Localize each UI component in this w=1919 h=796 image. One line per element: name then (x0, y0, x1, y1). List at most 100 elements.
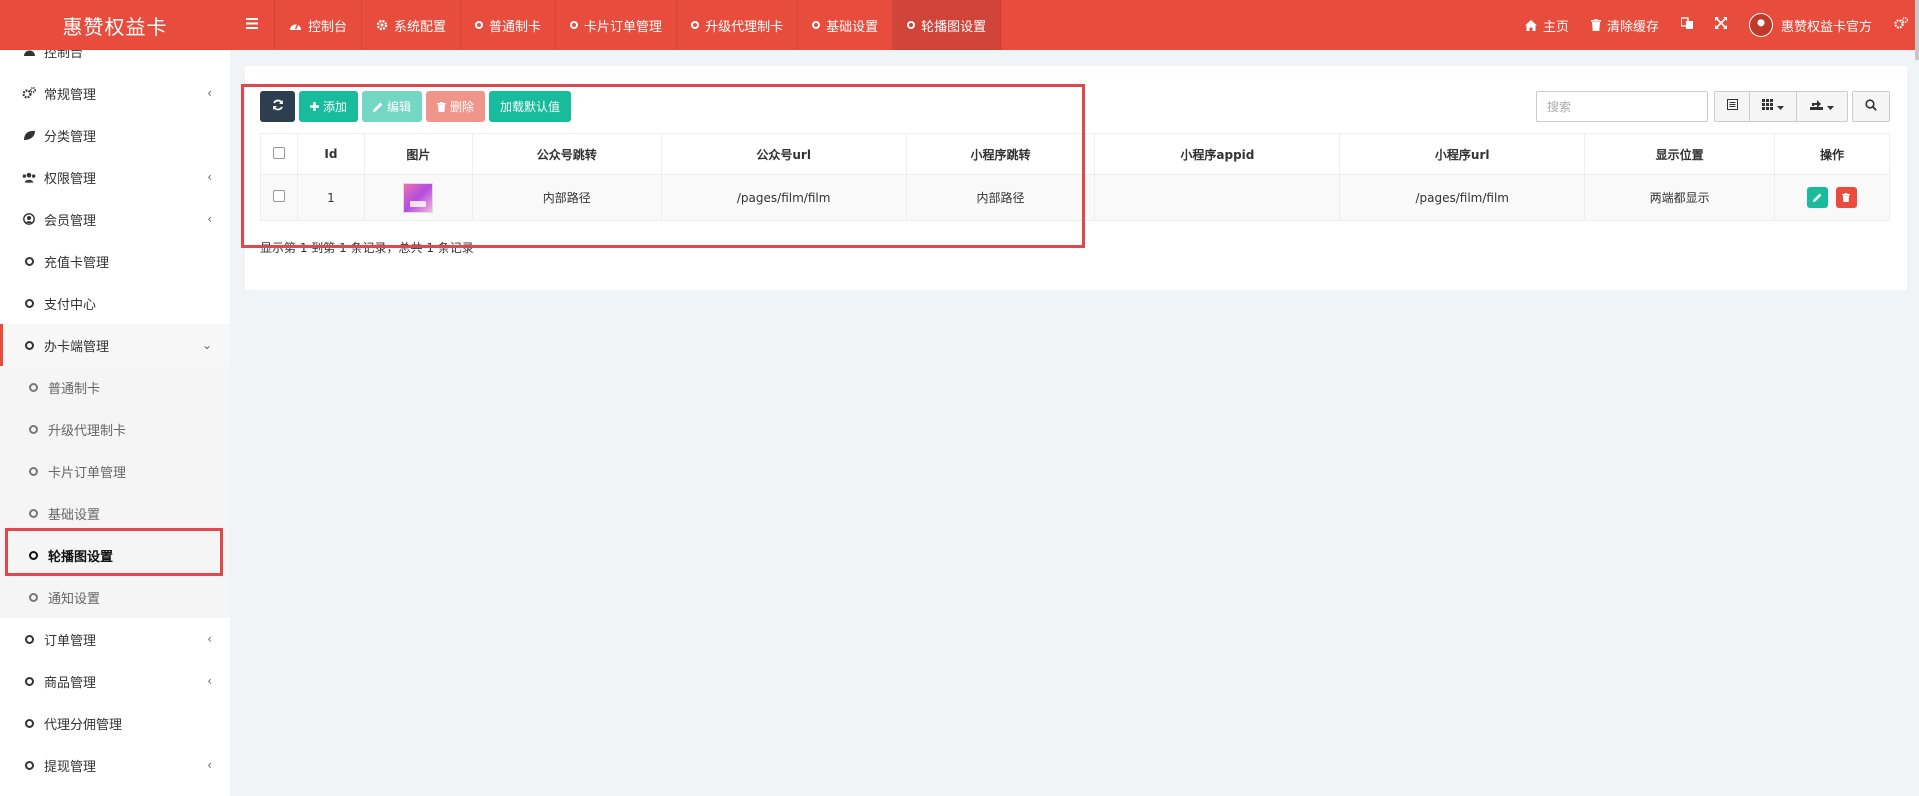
circle-icon (22, 340, 36, 350)
edit-button[interactable]: 编辑 (362, 91, 423, 122)
pencil-icon (1813, 191, 1822, 205)
fullscreen-button[interactable] (1704, 0, 1738, 50)
sidebar-item-label: 轮播图设置 (48, 549, 114, 565)
search-input[interactable] (1536, 91, 1708, 122)
grid-icon (1762, 99, 1773, 114)
export-dropdown-button[interactable] (1796, 91, 1848, 122)
sidebar-item-member[interactable]: 会员管理 ‹ (0, 198, 230, 240)
refresh-button[interactable] (260, 91, 295, 122)
sidebar-item-label: 提现管理 (44, 759, 97, 775)
load-default-button[interactable]: 加载默认值 (489, 91, 572, 122)
table-header-row: Id 图片 公众号跳转 公众号url 小程序跳转 小程序appid 小程序url… (260, 133, 1890, 175)
clear-cache-button[interactable]: 清除缓存 (1580, 0, 1670, 50)
sidebar-item-label: 普通制卡 (48, 381, 101, 397)
sidebar-item-agent-commission[interactable]: 代理分佣管理 (0, 702, 230, 744)
users-icon (22, 172, 36, 183)
circle-icon (812, 21, 821, 29)
clear-cache-label: 清除缓存 (1606, 19, 1659, 35)
tab-system-config[interactable]: 系统配置 (362, 0, 462, 50)
sidebar-item-dashboard[interactable]: 控制台 (0, 50, 230, 72)
select-all-checkbox[interactable] (272, 146, 285, 159)
column-header[interactable]: 显示位置 (1584, 133, 1776, 175)
add-button[interactable]: 添加 (299, 91, 359, 122)
column-header[interactable]: 公众号url (660, 133, 907, 175)
sidebar-subitem-normal-card[interactable]: 普通制卡 (0, 366, 230, 408)
app-logo[interactable]: 惠赞权益卡 (0, 0, 230, 50)
column-header[interactable]: 公众号跳转 (471, 133, 662, 175)
menu-toggle-button[interactable] (230, 0, 275, 50)
add-label: 添加 (323, 100, 348, 114)
export-icon (1810, 99, 1823, 114)
language-button[interactable] (1670, 0, 1704, 50)
row-delete-button[interactable] (1835, 187, 1857, 208)
columns-dropdown-button[interactable] (1749, 91, 1797, 122)
column-header[interactable]: 小程序appid (1094, 133, 1341, 175)
list-icon (1726, 99, 1738, 114)
sidebar-item-withdraw[interactable]: 提现管理 ‹ (0, 744, 230, 786)
sidebar-subitem-notify-settings[interactable]: 通知设置 (0, 576, 230, 618)
sidebar-subitem-carousel-settings[interactable]: 轮播图设置 (0, 534, 230, 576)
circle-icon (26, 424, 40, 434)
circle-icon (475, 21, 484, 29)
sidebar-item-payment[interactable]: 支付中心 (0, 282, 230, 324)
chevron-left-icon: ‹ (207, 212, 212, 226)
circle-icon (26, 466, 40, 476)
sidebar-subitem-agent-card[interactable]: 升级代理制卡 (0, 408, 230, 450)
sidebar-item-permission[interactable]: 权限管理 ‹ (0, 156, 230, 198)
pagination-info: 显示第 1 到第 1 条记录，总共 1 条记录 (260, 241, 474, 255)
scrollbar-edge[interactable] (1915, 0, 1919, 60)
tab-dashboard[interactable]: 控制台 (275, 0, 363, 50)
select-all-cell (260, 133, 298, 175)
sidebar-subitem-card-orders[interactable]: 卡片订单管理 (0, 450, 230, 492)
user-menu[interactable]: 惠赞权益卡官方 (1738, 0, 1883, 50)
sidebar-item-orders[interactable]: 订单管理 ‹ (0, 618, 230, 660)
circle-icon (22, 676, 36, 686)
tab-basic-settings[interactable]: 基础设置 (798, 0, 894, 50)
sidebar-item-label: 分类管理 (44, 129, 97, 145)
pencil-icon (373, 102, 383, 112)
thumbnail-image[interactable] (403, 182, 434, 213)
cell-mini-jump: 内部路径 (905, 174, 1096, 221)
column-header[interactable]: 小程序跳转 (905, 133, 1096, 175)
chevron-left-icon: ‹ (207, 170, 212, 184)
tab-label: 普通制卡 (489, 19, 542, 35)
tab-agent-card[interactable]: 升级代理制卡 (677, 0, 799, 50)
row-edit-button[interactable] (1807, 187, 1829, 208)
home-link[interactable]: 主页 (1514, 0, 1580, 50)
advanced-search-button[interactable] (1852, 91, 1890, 122)
sidebar-item-label: 支付中心 (44, 297, 97, 313)
circle-icon (22, 718, 36, 728)
plus-icon (310, 102, 319, 111)
row-checkbox[interactable] (272, 190, 285, 202)
leaf-icon (22, 130, 36, 141)
circle-icon (26, 382, 40, 392)
trash-icon (1842, 191, 1851, 205)
sidebar-item-products[interactable]: 商品管理 ‹ (0, 660, 230, 702)
sidebar-item-general[interactable]: 常规管理 ‹ (0, 72, 230, 114)
trash-icon (437, 101, 447, 112)
column-header[interactable]: 图片 (363, 133, 473, 175)
sidebar-subitem-basic-settings[interactable]: 基础设置 (0, 492, 230, 534)
toolbar: 添加 编辑 删除 加载默认值 (260, 91, 572, 122)
column-header[interactable]: 小程序url (1339, 133, 1586, 175)
toggle-view-button[interactable] (1714, 91, 1750, 122)
sidebar-item-recharge-card[interactable]: 充值卡管理 (0, 240, 230, 282)
tab-label: 卡片订单管理 (584, 19, 663, 35)
tab-card-orders[interactable]: 卡片订单管理 (556, 0, 678, 50)
sidebar-item-card-terminal[interactable]: 办卡端管理 ⌄ (0, 324, 230, 366)
delete-label: 删除 (450, 100, 475, 114)
delete-button[interactable]: 删除 (426, 91, 486, 122)
settings-button[interactable] (1883, 0, 1919, 50)
tab-carousel-settings[interactable]: 轮播图设置 (893, 0, 1002, 50)
sidebar-item-category[interactable]: 分类管理 (0, 114, 230, 156)
column-header[interactable]: Id (296, 133, 365, 175)
header-tabs: 控制台 系统配置 普通制卡 卡片订单管理 升级代理制卡 基础设置 轮播图设置 (230, 0, 1002, 50)
circle-icon (26, 550, 40, 560)
cell-position: 两端都显示 (1584, 174, 1776, 221)
table-row[interactable]: 1 内部路径 /pages/film/film 内部路径 /pages/film… (260, 174, 1890, 221)
tab-normal-card[interactable]: 普通制卡 (461, 0, 557, 50)
row-select-cell (260, 174, 298, 221)
chevron-left-icon: ‹ (207, 674, 212, 688)
caret-down-icon (1827, 99, 1834, 114)
dashboard-icon (22, 50, 36, 57)
